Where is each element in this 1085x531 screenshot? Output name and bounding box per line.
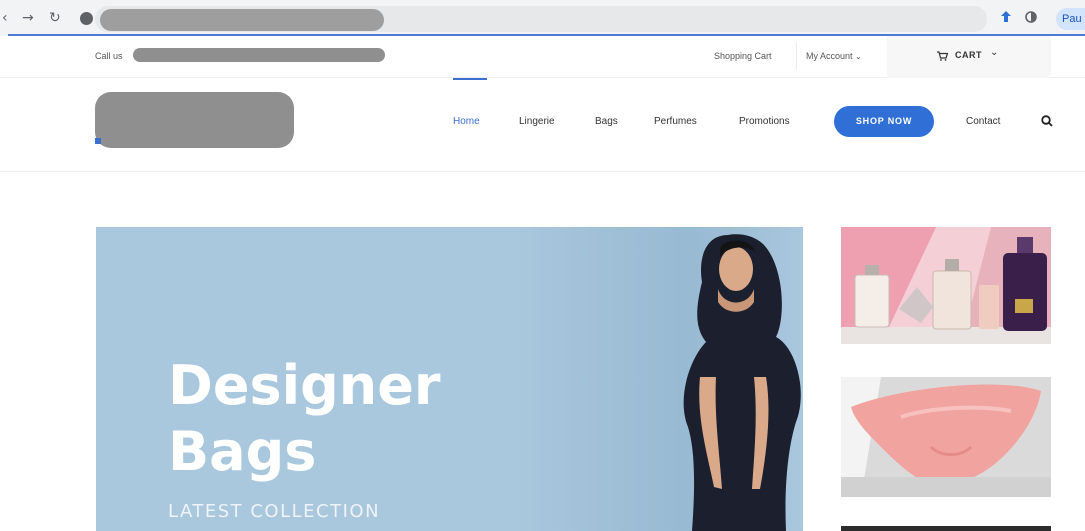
phone-redacted [133,48,385,62]
hero-title-line1: Designer [168,354,441,417]
dark-promo-card[interactable] [841,526,1051,531]
cart-label: CART [955,50,982,60]
address-redacted [100,9,384,31]
top-utility-bar: Call us Shopping Cart My Account ⌄ CART … [0,36,1085,78]
cart-icon [937,51,948,61]
model-image [683,234,801,531]
nav-item-bags[interactable]: Bags [595,116,618,127]
hero-title: Designer Bags [168,353,440,485]
perfume-promo-card[interactable] [841,227,1051,344]
chevron-down-icon: ⌄ [855,52,862,61]
logo-accent [95,138,101,144]
extension-circle-icon[interactable] [1024,10,1038,24]
hero-title-line2: Bags [168,420,317,483]
my-account-label: My Account [806,51,853,61]
call-us-label: Call us [95,51,123,61]
reload-icon[interactable]: ↻ [49,9,61,27]
search-icon[interactable] [1040,114,1054,128]
lingerie-promo-card[interactable] [841,377,1051,497]
divider [796,42,797,70]
hero-banner[interactable]: Designer Bags LATEST COLLECTION [96,227,803,531]
forward-arrow-icon[interactable]: → [22,9,34,27]
profile-button[interactable]: Pau [1056,8,1085,30]
cart-button[interactable]: CART ⌄ [887,36,1051,78]
shopping-cart-link[interactable]: Shopping Cart [714,51,772,61]
back-arrow-icon[interactable]: ‹ [2,9,8,27]
hero-subtitle: LATEST COLLECTION [168,501,381,522]
main-navigation: Home Lingerie Bags Perfumes Promotions S… [0,78,1085,172]
perfume-image [841,227,1051,344]
chevron-down-icon: ⌄ [990,47,999,58]
active-indicator [453,78,487,80]
nav-item-promotions[interactable]: Promotions [739,116,790,127]
my-account-link[interactable]: My Account ⌄ [806,51,862,61]
nav-item-lingerie[interactable]: Lingerie [519,116,555,127]
extension-icon[interactable] [999,10,1013,24]
nav-item-home[interactable]: Home [453,116,480,127]
logo-redacted[interactable] [95,92,294,148]
lingerie-image [841,377,1051,497]
shop-now-button[interactable]: SHOP NOW [834,106,934,137]
nav-item-contact[interactable]: Contact [966,116,1000,127]
nav-item-perfumes[interactable]: Perfumes [654,116,697,127]
site-info-icon[interactable] [80,12,93,25]
browser-toolbar: ‹ → ↻ Pau [0,0,1085,36]
